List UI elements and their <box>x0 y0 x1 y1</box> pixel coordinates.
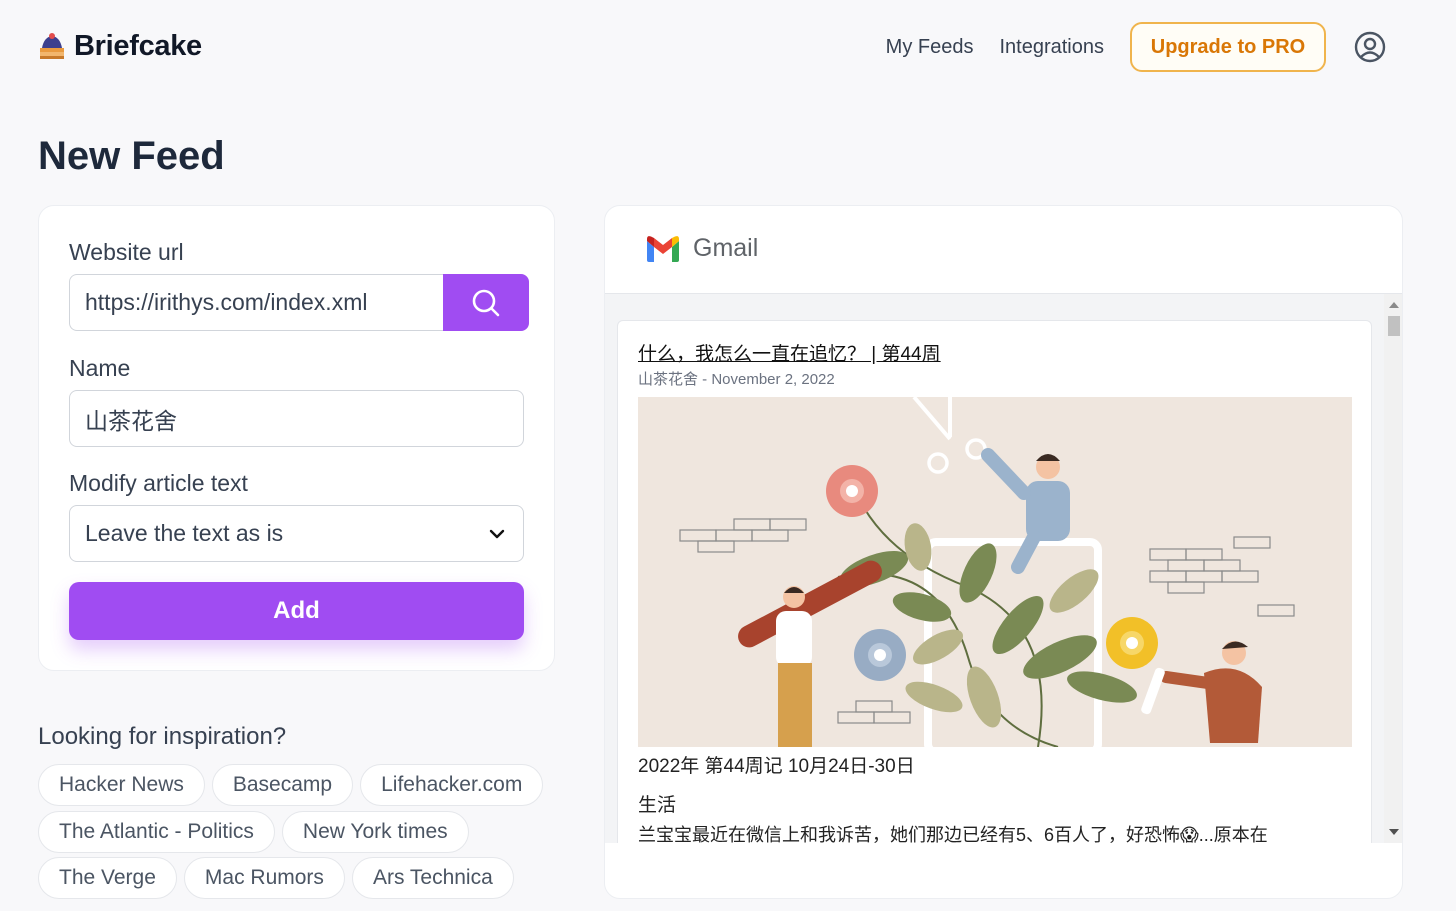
email-meta: 山茶花舍 - November 2, 2022 <box>638 371 835 388</box>
gmail-icon <box>647 235 679 262</box>
email-card: 什么，我怎么一直在追忆？ | 第44周 山茶花舍 - November 2, 2… <box>617 320 1372 843</box>
chip-the-verge[interactable]: The Verge <box>38 857 177 899</box>
add-button[interactable]: Add <box>69 582 524 640</box>
name-input[interactable]: 山茶花舍 <box>69 390 524 447</box>
inspiration-title: Looking for inspiration? <box>38 723 287 750</box>
modify-text-label: Modify article text <box>69 470 248 496</box>
email-preview-panel: Gmail 什么，我怎么一直在追忆？ | 第44周 山茶花舍 - Novembe… <box>604 205 1403 899</box>
email-section-title: 生活 <box>638 795 677 816</box>
search-icon <box>472 289 500 316</box>
chip-row-2: The Atlantic - Politics New York times <box>38 811 469 853</box>
preview-scrollbar[interactable] <box>1384 294 1402 843</box>
chip-new-york-times[interactable]: New York times <box>281 811 469 853</box>
preview-header: Gmail <box>605 206 1402 294</box>
chip-row-1: Hacker News Basecamp Lifehacker.com <box>38 764 544 806</box>
brand-logo[interactable]: Briefcake <box>38 30 202 63</box>
chevron-down-icon <box>489 529 505 538</box>
name-value: 山茶花舍 <box>85 407 177 434</box>
nav-integrations[interactable]: Integrations <box>999 36 1104 59</box>
new-feed-form: Website url https://irithys.com/index.xm… <box>38 205 555 671</box>
upgrade-button[interactable]: Upgrade to PRO <box>1130 22 1326 72</box>
email-subheading: 2022年 第44周记 10月24日-30日 <box>638 756 915 777</box>
scroll-thumb[interactable] <box>1388 316 1400 336</box>
chip-lifehacker[interactable]: Lifehacker.com <box>360 764 544 806</box>
account-icon[interactable] <box>1354 31 1386 63</box>
gmail-label: Gmail <box>693 234 759 262</box>
main-nav: My Feeds Integrations Upgrade to PRO <box>886 22 1386 72</box>
nav-my-feeds[interactable]: My Feeds <box>886 36 974 59</box>
chip-mac-rumors[interactable]: Mac Rumors <box>183 857 345 899</box>
modify-text-select[interactable]: Leave the text as is <box>69 505 524 562</box>
email-title-link[interactable]: 什么，我怎么一直在追忆？ | 第44周 <box>638 339 941 366</box>
chip-basecamp[interactable]: Basecamp <box>211 764 354 806</box>
email-body-text: 兰宝宝最近在微信上和我诉苦，她们那边已经有5、6百人了，好恐怖😱...原本在 <box>638 825 1268 843</box>
page-title: New Feed <box>38 134 225 178</box>
gmail-logo: Gmail <box>645 234 758 263</box>
name-label: Name <box>69 355 131 381</box>
website-url-value: https://irithys.com/index.xml <box>85 289 368 315</box>
scroll-down-arrow[interactable] <box>1389 829 1399 835</box>
modify-text-value: Leave the text as is <box>85 520 284 546</box>
website-url-input[interactable]: https://irithys.com/index.xml <box>69 274 444 331</box>
chip-hacker-news[interactable]: Hacker News <box>38 764 205 806</box>
brand-name: Briefcake <box>74 30 202 62</box>
email-scroll-area[interactable]: 什么，我怎么一直在追忆？ | 第44周 山茶花舍 - November 2, 2… <box>605 294 1402 843</box>
top-header: Briefcake My Feeds Integrations Upgrade … <box>0 0 1456 100</box>
article-illustration <box>638 397 1352 747</box>
website-url-label: Website url <box>69 239 184 265</box>
chip-row-3: The Verge Mac Rumors Ars Technica <box>38 857 514 899</box>
search-button[interactable] <box>443 274 529 331</box>
chip-the-atlantic-politics[interactable]: The Atlantic - Politics <box>38 811 275 853</box>
briefcake-logo-icon <box>40 32 64 59</box>
scroll-up-arrow[interactable] <box>1389 302 1399 308</box>
chip-ars-technica[interactable]: Ars Technica <box>351 857 514 899</box>
